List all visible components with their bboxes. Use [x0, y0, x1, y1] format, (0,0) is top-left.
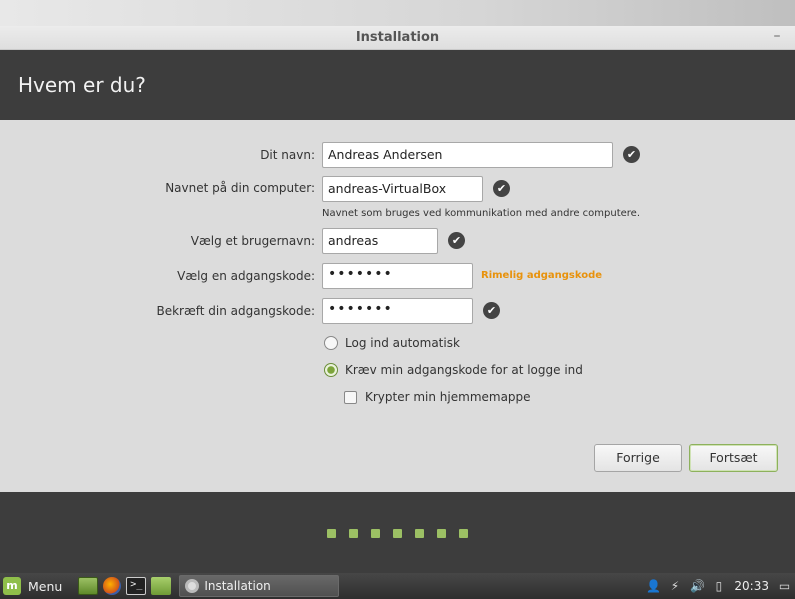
taskbar-item-installation[interactable]: Installation: [179, 575, 340, 597]
taskbar: m Menu >_ Installation 👤 ⚡ 🔊 ▯ 20:33 ▭: [0, 573, 795, 599]
auto-login-radio[interactable]: [324, 336, 338, 350]
progress-step-dot: [371, 529, 380, 538]
progress-step-dot: [437, 529, 446, 538]
confirm-password-label: Bekræft din adgangskode:: [156, 304, 315, 318]
username-label: Vælg et brugernavn:: [190, 234, 315, 248]
progress-footer: [0, 492, 795, 573]
computer-name-label: Navnet på din computer:: [165, 181, 315, 195]
confirm-password-field[interactable]: •••••••: [322, 298, 473, 324]
menu-button[interactable]: m Menu: [0, 573, 66, 599]
password-strength: Rimelig adgangskode: [481, 270, 603, 281]
name-label: Dit navn:: [260, 148, 315, 162]
user-icon[interactable]: 👤: [646, 579, 661, 593]
minimize-button[interactable]: –: [769, 28, 785, 44]
progress-step-dot: [415, 529, 424, 538]
password-label: Vælg en adgangskode:: [177, 269, 315, 283]
user-form: Dit navn: Andreas Andersen ✔ Navnet på d…: [0, 120, 795, 492]
computer-name-hint: Navnet som bruges ved kommunikation med …: [322, 208, 641, 219]
progress-step-dot: [349, 529, 358, 538]
mint-logo-icon: m: [3, 577, 21, 595]
require-password-label[interactable]: Kræv min adgangskode for at logge ind: [345, 363, 583, 377]
name-field[interactable]: Andreas Andersen: [322, 142, 613, 168]
password-field[interactable]: •••••••: [322, 263, 473, 289]
page-header: Hvem er du?: [0, 50, 795, 120]
desktop-background: [0, 0, 795, 26]
page-title: Hvem er du?: [18, 73, 146, 97]
network-icon[interactable]: ⚡: [668, 579, 681, 593]
battery-icon[interactable]: ▯: [712, 579, 725, 593]
terminal-icon[interactable]: >_: [126, 577, 147, 595]
back-button[interactable]: Forrige: [594, 444, 682, 472]
clock[interactable]: 20:33: [734, 579, 769, 593]
encrypt-home-checkbox[interactable]: [344, 391, 357, 404]
installer-window: Installation – Hvem er du? Dit navn: And…: [0, 26, 795, 573]
name-valid-icon: ✔: [623, 146, 640, 163]
window-title: Installation: [355, 30, 440, 45]
encrypt-home-label[interactable]: Krypter min hjemmemappe: [365, 390, 531, 404]
progress-step-dot: [459, 529, 468, 538]
firefox-icon[interactable]: [103, 577, 122, 595]
show-desktop-icon[interactable]: [78, 577, 99, 595]
require-password-radio[interactable]: [324, 363, 338, 377]
window-titlebar[interactable]: Installation –: [0, 26, 795, 50]
display-icon[interactable]: ▭: [778, 579, 791, 593]
username-valid-icon: ✔: [448, 232, 465, 249]
confirm-password-valid-icon: ✔: [483, 302, 500, 319]
volume-icon[interactable]: 🔊: [690, 579, 705, 593]
username-field[interactable]: andreas: [322, 228, 438, 254]
progress-step-dot: [393, 529, 402, 538]
progress-step-dot: [327, 529, 336, 538]
disc-icon: [185, 579, 200, 593]
continue-button[interactable]: Fortsæt: [689, 444, 778, 472]
files-icon[interactable]: [151, 577, 172, 595]
taskbar-item-label: Installation: [204, 579, 271, 593]
auto-login-label[interactable]: Log ind automatisk: [345, 336, 460, 350]
menu-label: Menu: [28, 578, 63, 594]
system-tray: 👤 ⚡ 🔊 ▯ 20:33 ▭: [646, 579, 795, 593]
progress-indicator: [327, 529, 468, 538]
computer-name-valid-icon: ✔: [493, 180, 510, 197]
computer-name-field[interactable]: andreas-VirtualBox: [322, 176, 483, 202]
